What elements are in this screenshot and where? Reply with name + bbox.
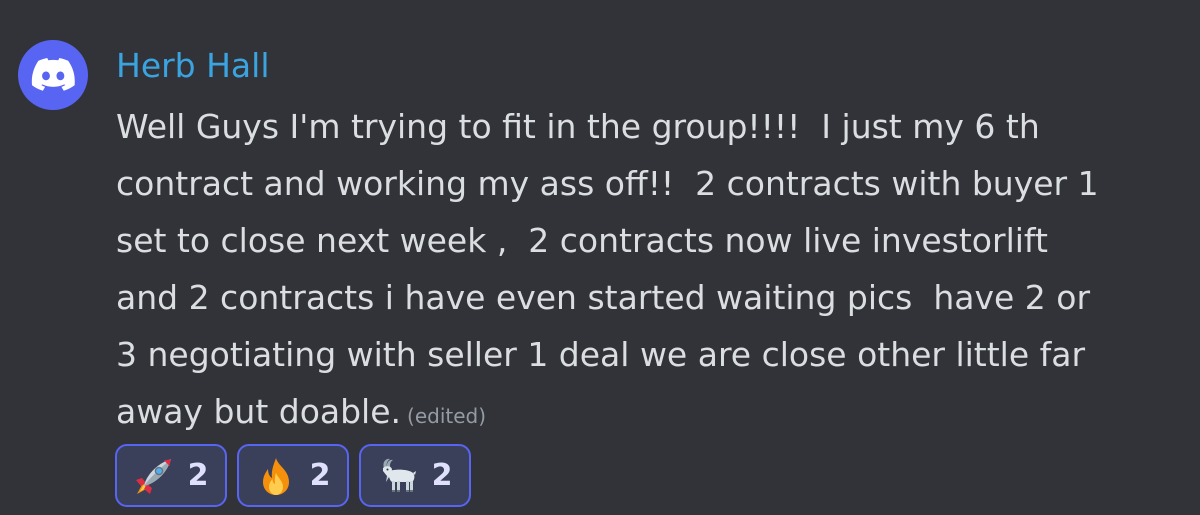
message-line: set to close next week , 2 contracts now… <box>116 221 1048 260</box>
message-line: 3 negotiating with seller 1 deal we are … <box>116 335 1086 374</box>
reactions-bar: 2 2 2 <box>115 444 471 507</box>
message-line: contract and working my ass off!! 2 cont… <box>116 164 1099 203</box>
message-line: away but doable. <box>116 392 402 431</box>
message-line: and 2 contracts i have even started wait… <box>116 278 1091 317</box>
goat-icon <box>382 458 416 492</box>
reaction-count: 2 <box>309 457 331 493</box>
reaction-count: 2 <box>187 457 209 493</box>
reaction-goat[interactable]: 2 <box>359 444 471 507</box>
author-username[interactable]: Herb Hall <box>116 44 270 88</box>
chat-message: Herb Hall Well Guys I'm trying to fit in… <box>0 0 1200 515</box>
discord-logo-icon <box>31 58 75 91</box>
reaction-fire[interactable]: 2 <box>237 444 349 507</box>
reaction-rocket[interactable]: 2 <box>115 444 227 507</box>
rocket-icon <box>135 458 171 494</box>
reaction-count: 2 <box>431 457 453 493</box>
message-content: Well Guys I'm trying to fit in the group… <box>116 98 1176 440</box>
fire-icon <box>262 457 289 495</box>
edited-label[interactable]: (edited) <box>407 404 486 428</box>
avatar[interactable] <box>18 40 88 110</box>
message-last-line: away but doable. (edited) <box>116 383 1176 440</box>
message-line: Well Guys I'm trying to fit in the group… <box>116 107 1040 146</box>
